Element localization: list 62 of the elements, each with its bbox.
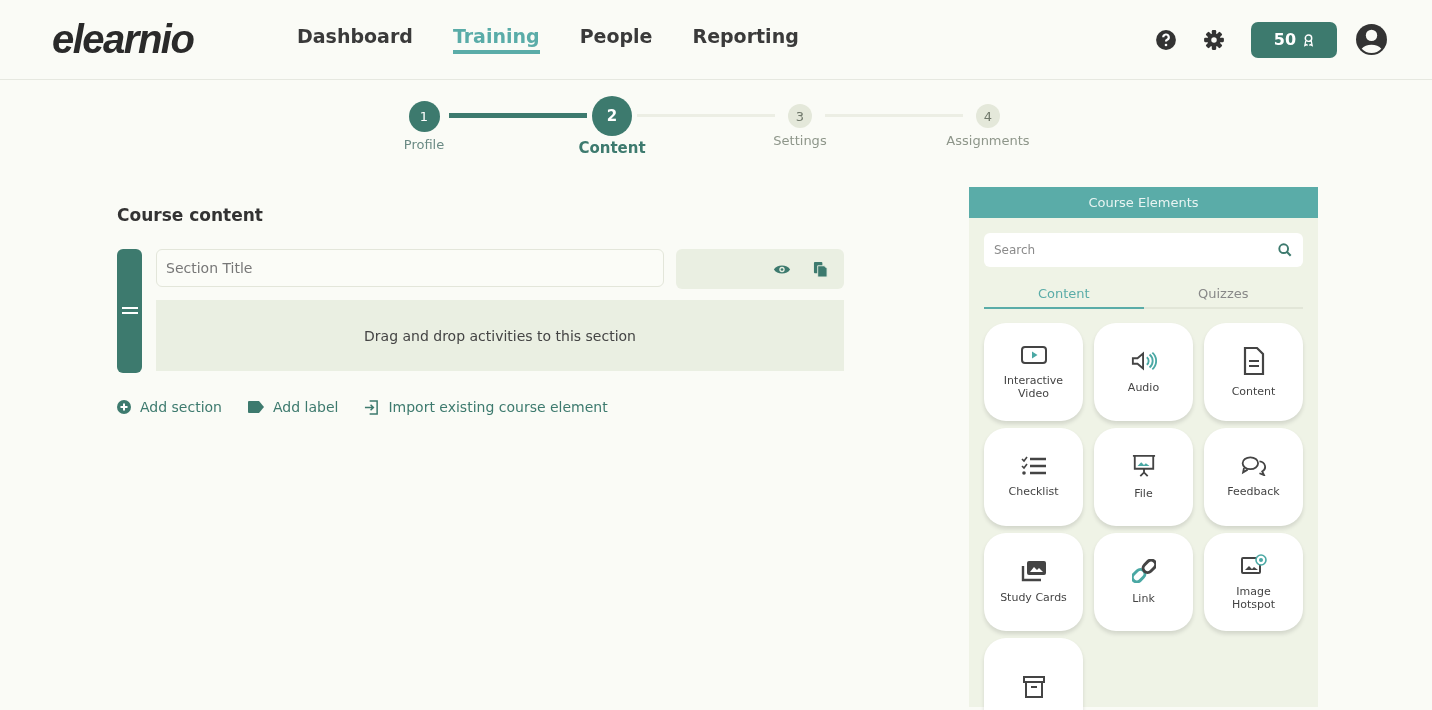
nav-link[interactable]: People: [579, 25, 653, 54]
step-label: Content: [578, 139, 646, 157]
points-button[interactable]: 50: [1251, 21, 1337, 58]
award-icon: [1303, 32, 1315, 47]
step-circle[interactable]: 1: [408, 101, 440, 132]
tile-label: Interactive Video: [1002, 373, 1065, 400]
tile-label: Checklist: [1007, 485, 1060, 498]
tile-label: Study Cards: [999, 591, 1068, 604]
nav-link[interactable]: Reporting: [692, 25, 799, 54]
section-heading: Course content: [117, 205, 264, 225]
element-tile[interactable]: Study Cards: [984, 533, 1083, 631]
link-icon: [1131, 559, 1156, 583]
action-link[interactable]: Add label: [248, 399, 339, 415]
element-tile[interactable]: Feedback: [1204, 428, 1303, 526]
settings-icon[interactable]: [1203, 28, 1225, 51]
images-icon: [1020, 560, 1047, 582]
nav-link[interactable]: Dashboard: [297, 25, 413, 54]
step-circle[interactable]: 2: [592, 96, 632, 136]
import-icon: [364, 399, 380, 415]
step-circle[interactable]: 3: [788, 104, 812, 128]
tile-label: Content: [1230, 385, 1277, 398]
element-tile[interactable]: Interactive Video: [984, 323, 1083, 421]
image-hotspot-icon: [1240, 553, 1267, 576]
element-tile[interactable]: File: [1094, 428, 1193, 526]
tag-icon: [248, 401, 264, 413]
copy-icon[interactable]: [813, 260, 828, 278]
step-label: Settings: [773, 133, 827, 148]
step-label: Profile: [403, 137, 445, 152]
speaker-icon: [1130, 350, 1157, 372]
element-tile[interactable]: Image Hotspot: [1204, 533, 1303, 631]
tile-label: Image Hotspot: [1230, 584, 1277, 611]
help-icon[interactable]: [1155, 28, 1177, 51]
checklist-icon: [1020, 456, 1047, 476]
archive-box-icon: [1022, 676, 1045, 698]
panel-title: Course Elements: [969, 187, 1318, 218]
presentation-icon: [1131, 454, 1156, 478]
element-tile[interactable]: [984, 638, 1083, 710]
drag-icon: [121, 307, 138, 315]
section-title-field[interactable]: Section Title: [156, 249, 664, 287]
avatar-icon[interactable]: [1355, 23, 1388, 56]
search-field[interactable]: Search: [984, 233, 1303, 267]
plus-circle-icon: [117, 400, 131, 414]
search-icon[interactable]: [1278, 243, 1292, 257]
drag-handle[interactable]: [117, 249, 142, 373]
tile-label: File: [1133, 487, 1154, 500]
step-label: Assignments: [946, 133, 1030, 148]
chat-bubbles-icon: [1240, 456, 1267, 476]
video-icon: [1020, 344, 1047, 365]
element-tile[interactable]: Link: [1094, 533, 1193, 631]
tile-label: Feedback: [1226, 485, 1281, 498]
element-tile[interactable]: Content: [1204, 323, 1303, 421]
logo[interactable]: elearnio: [52, 17, 297, 62]
drop-zone-text: Drag and drop activities to this section: [364, 327, 636, 344]
document-icon: [1242, 346, 1265, 376]
tile-label: Audio: [1126, 381, 1161, 394]
action-link[interactable]: Import existing course element: [364, 399, 608, 415]
eye-icon[interactable]: [773, 262, 791, 276]
step-circle[interactable]: 4: [976, 104, 1000, 128]
action-link[interactable]: Add section: [117, 399, 222, 415]
element-tile[interactable]: Checklist: [984, 428, 1083, 526]
tile-label: Link: [1131, 592, 1156, 605]
element-tile[interactable]: Audio: [1094, 323, 1193, 421]
